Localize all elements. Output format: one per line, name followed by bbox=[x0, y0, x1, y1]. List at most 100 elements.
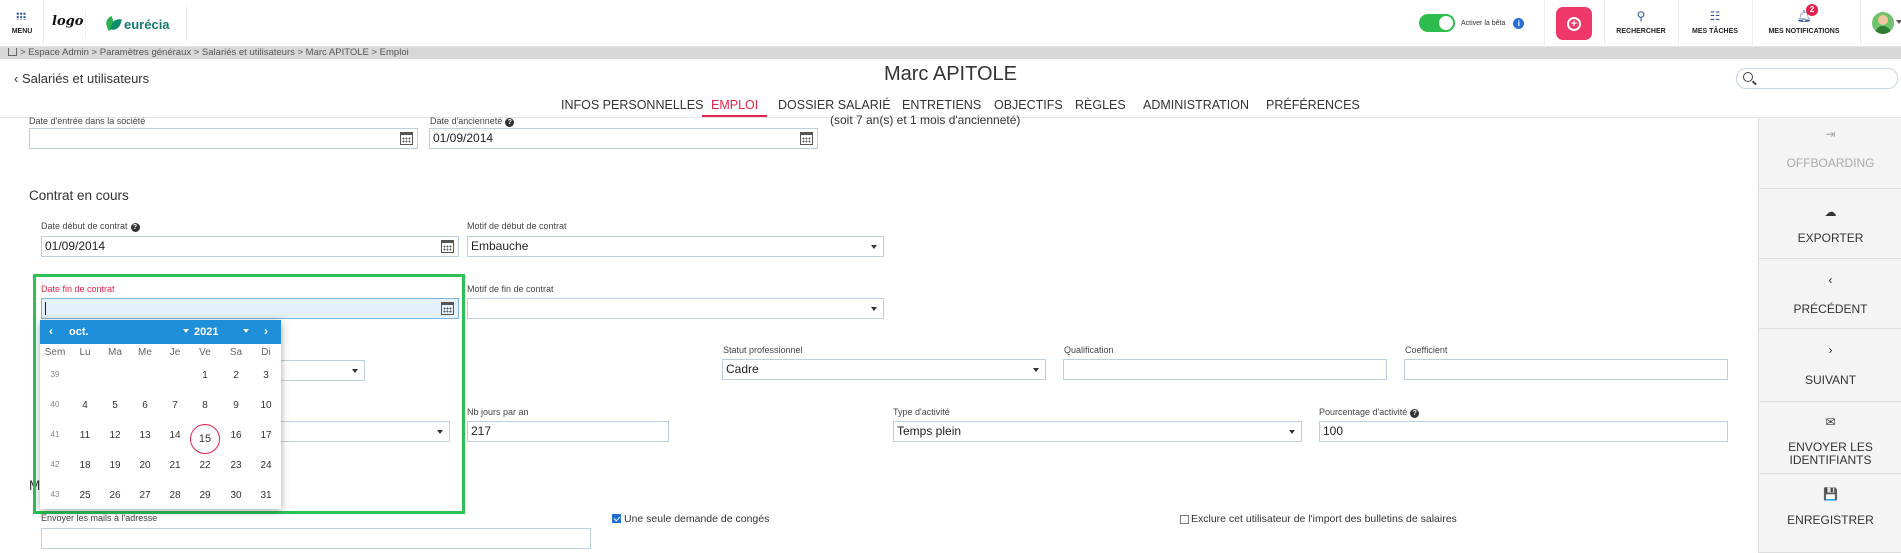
chevron-down-icon[interactable] bbox=[243, 329, 249, 333]
tab-administration[interactable]: ADMINISTRATION bbox=[1143, 98, 1249, 117]
précédent-button[interactable]: ‹ PRÉCÉDENT bbox=[1759, 259, 1901, 329]
search-icon: ⚲ bbox=[1636, 9, 1646, 23]
notifications-button[interactable]: 🔔︎ 2 MES NOTIFICATIONS bbox=[1752, 0, 1856, 47]
tab-infos-personnelles[interactable]: INFOS PERSONNELLES bbox=[561, 98, 703, 117]
action-label: ENREGISTRER bbox=[1787, 513, 1874, 527]
status-select[interactable]: Cadre bbox=[722, 359, 1046, 380]
tasks-button[interactable]: ☷ MES TÂCHES bbox=[1678, 0, 1752, 47]
activity-type-label: Type d'activité bbox=[893, 407, 950, 417]
day-cell[interactable]: 16 bbox=[221, 430, 251, 441]
chevron-left-icon: ‹ bbox=[1828, 273, 1833, 287]
weekday-header: Di bbox=[261, 347, 271, 358]
day-cell[interactable]: 31 bbox=[251, 490, 281, 501]
day-cell[interactable]: 27 bbox=[130, 490, 160, 501]
help-icon[interactable]: ? bbox=[1410, 409, 1420, 418]
chevron-down-icon[interactable] bbox=[183, 329, 189, 333]
offboarding-button: ⇥ OFFBOARDING bbox=[1759, 118, 1901, 189]
day-cell[interactable]: 26 bbox=[100, 490, 130, 501]
day-cell[interactable]: 18 bbox=[70, 460, 100, 471]
mail-field[interactable] bbox=[41, 528, 591, 549]
quick-add-button[interactable]: + bbox=[1556, 7, 1592, 40]
search-button[interactable]: ⚲ RECHERCHER bbox=[1604, 0, 1678, 47]
envoyer-les-identifiants-button[interactable]: ✉ ENVOYER LES IDENTIFIANTS bbox=[1759, 402, 1901, 474]
chevron-down-icon[interactable] bbox=[1896, 20, 1901, 24]
day-cell[interactable]: 20 bbox=[130, 460, 160, 471]
day-cell[interactable]: 29 bbox=[190, 490, 220, 501]
menu-button[interactable]: MENU bbox=[0, 0, 44, 47]
day-cell[interactable]: 25 bbox=[70, 490, 100, 501]
weekday-header: Ve bbox=[199, 347, 211, 358]
contract-start-reason-label: Motif de début de contrat bbox=[467, 221, 567, 231]
help-icon[interactable]: ? bbox=[505, 118, 515, 127]
calendar-icon[interactable] bbox=[400, 132, 413, 145]
qualification-field[interactable] bbox=[1063, 359, 1387, 380]
search-input[interactable] bbox=[1757, 71, 1893, 86]
day-cell[interactable]: 10 bbox=[251, 400, 281, 411]
day-cell[interactable]: 3 bbox=[251, 370, 281, 381]
day-cell[interactable]: 8 bbox=[190, 400, 220, 411]
prev-month-button[interactable]: ‹ bbox=[49, 324, 53, 338]
day-cell[interactable]: 5 bbox=[100, 400, 130, 411]
day-cell[interactable]: 21 bbox=[160, 460, 190, 471]
calendar-icon[interactable] bbox=[800, 132, 813, 145]
grid-menu-icon bbox=[16, 12, 26, 20]
day-cell[interactable]: 4 bbox=[70, 400, 100, 411]
activity-type-select[interactable]: Temps plein bbox=[893, 421, 1302, 442]
contract-start-reason-select[interactable]: Embauche bbox=[467, 236, 884, 257]
day-cell[interactable]: 12 bbox=[100, 430, 130, 441]
day-cell[interactable]: 2 bbox=[221, 370, 251, 381]
eurecia-logo[interactable]: eurécia bbox=[104, 14, 170, 34]
chevron-down-icon bbox=[871, 245, 877, 249]
home-icon[interactable] bbox=[8, 48, 17, 56]
day-cell[interactable]: 23 bbox=[221, 460, 251, 471]
day-cell[interactable]: 7 bbox=[160, 400, 190, 411]
suivant-button[interactable]: › SUIVANT bbox=[1759, 329, 1901, 402]
leaf-icon bbox=[104, 16, 122, 32]
beta-toggle[interactable] bbox=[1419, 14, 1455, 32]
entry-date-field[interactable] bbox=[29, 128, 418, 149]
day-cell-today[interactable]: 15 bbox=[190, 424, 220, 454]
activity-pct-label: Pourcentage d'activité? bbox=[1319, 407, 1420, 418]
seniority-date-label: Date d'ancienneté? bbox=[430, 116, 515, 127]
help-icon[interactable]: ? bbox=[130, 223, 140, 232]
employee-search[interactable] bbox=[1736, 68, 1898, 89]
day-cell[interactable]: 11 bbox=[70, 430, 100, 441]
avatar[interactable] bbox=[1872, 12, 1894, 34]
coefficient-field[interactable] bbox=[1404, 359, 1728, 380]
contract-start-field[interactable]: 01/09/2014 bbox=[41, 236, 459, 257]
info-icon[interactable]: i bbox=[1513, 17, 1525, 29]
tab-emploi[interactable]: EMPLOI bbox=[702, 98, 768, 117]
day-cell[interactable]: 6 bbox=[130, 400, 160, 411]
day-cell[interactable]: 9 bbox=[221, 400, 251, 411]
tab-regles[interactable]: RÈGLES bbox=[1075, 98, 1126, 117]
seniority-date-field[interactable]: 01/09/2014 bbox=[429, 128, 818, 149]
day-cell[interactable]: 22 bbox=[190, 460, 220, 471]
top-bar: MENU logo eurécia Activer la bêta i + ⚲ … bbox=[0, 0, 1901, 47]
day-cell[interactable]: 17 bbox=[251, 430, 281, 441]
calendar-icon[interactable] bbox=[441, 240, 454, 253]
year-select[interactable]: 2021 bbox=[194, 326, 218, 338]
exclude-import-checkbox[interactable] bbox=[1180, 515, 1189, 524]
tab-preferences[interactable]: PRÉFÉRENCES bbox=[1266, 98, 1360, 117]
day-cell[interactable]: 14 bbox=[160, 430, 190, 441]
day-cell[interactable]: 24 bbox=[251, 460, 281, 471]
week-row: 39 1 2 3 bbox=[40, 361, 281, 391]
days-per-year-field[interactable]: 217 bbox=[467, 421, 669, 442]
activity-pct-field[interactable]: 100 bbox=[1319, 421, 1728, 442]
contract-end-reason-label: Motif de fin de contrat bbox=[467, 284, 554, 294]
exporter-button[interactable]: ☁ EXPORTER bbox=[1759, 189, 1901, 259]
day-cell[interactable]: 28 bbox=[160, 490, 190, 501]
day-cell[interactable]: 1 bbox=[190, 370, 220, 381]
action-label: ENVOYER LES IDENTIFIANTS bbox=[1788, 440, 1873, 467]
seniority-note: (soit 7 an(s) et 1 mois d'ancienneté) bbox=[830, 113, 1021, 127]
contract-end-reason-select[interactable] bbox=[467, 298, 884, 319]
chevron-right-icon: › bbox=[1828, 343, 1833, 357]
month-select[interactable]: oct. bbox=[69, 326, 89, 338]
next-month-button[interactable]: › bbox=[264, 324, 268, 338]
enregistrer-button[interactable]: 💾 ENREGISTRER bbox=[1759, 474, 1901, 553]
day-cell[interactable]: 19 bbox=[100, 460, 130, 471]
breadcrumb-text[interactable]: > Espace Admin > Paramètres généraux > S… bbox=[20, 47, 409, 58]
single-leave-checkbox[interactable] bbox=[612, 514, 621, 523]
day-cell[interactable]: 30 bbox=[221, 490, 251, 501]
day-cell[interactable]: 13 bbox=[130, 430, 160, 441]
